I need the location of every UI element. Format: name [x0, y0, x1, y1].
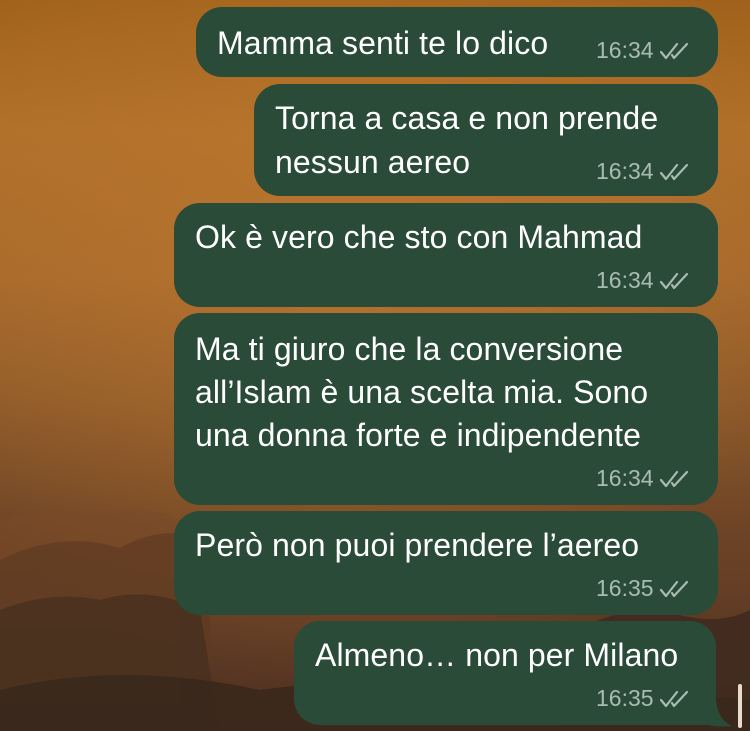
message-time: 16:34 [596, 37, 654, 63]
double-check-icon [659, 579, 690, 599]
double-check-icon [659, 162, 690, 182]
double-check-icon [659, 469, 690, 489]
message-time: 16:35 [596, 575, 654, 601]
message-text: Almeno… non per Milano [315, 637, 679, 673]
double-check-icon [659, 271, 690, 291]
message-time: 16:34 [596, 465, 654, 491]
message-text: Torna a casa e non prende [275, 100, 659, 136]
message-time: 16:34 [596, 158, 654, 184]
message-bubble[interactable]: Torna a casa e non prende nessun aereo 1… [254, 84, 718, 196]
message-bubble[interactable]: Ma ti giuro che la conversione all’Islam… [174, 313, 718, 505]
message-text: Ma ti giuro che la conversione [195, 331, 624, 367]
message-bubble[interactable]: Almeno… non per Milano 16:35 [294, 621, 716, 725]
scrollbar-thumb[interactable] [738, 684, 742, 728]
message-text: Mamma senti te lo dico [217, 25, 549, 61]
bubble-tail [700, 700, 732, 727]
message-bubble[interactable]: Mamma senti te lo dico 16:34 [196, 7, 718, 77]
double-check-icon [659, 689, 690, 709]
message-text: Però non puoi prendere l’aereo [195, 527, 640, 563]
message-bubble[interactable]: Ok è vero che sto con Mahmad 16:34 [174, 203, 718, 307]
message-text: all’Islam è una scelta mia. Sono [195, 374, 649, 410]
message-text: Ok è vero che sto con Mahmad [195, 219, 643, 255]
message-time: 16:35 [596, 685, 654, 711]
message-text: una donna forte e indipendente [195, 417, 642, 453]
message-time: 16:34 [596, 267, 654, 293]
message-text: nessun aereo [275, 144, 471, 180]
double-check-icon [659, 41, 690, 61]
message-bubble[interactable]: Però non puoi prendere l’aereo 16:35 [174, 511, 718, 615]
